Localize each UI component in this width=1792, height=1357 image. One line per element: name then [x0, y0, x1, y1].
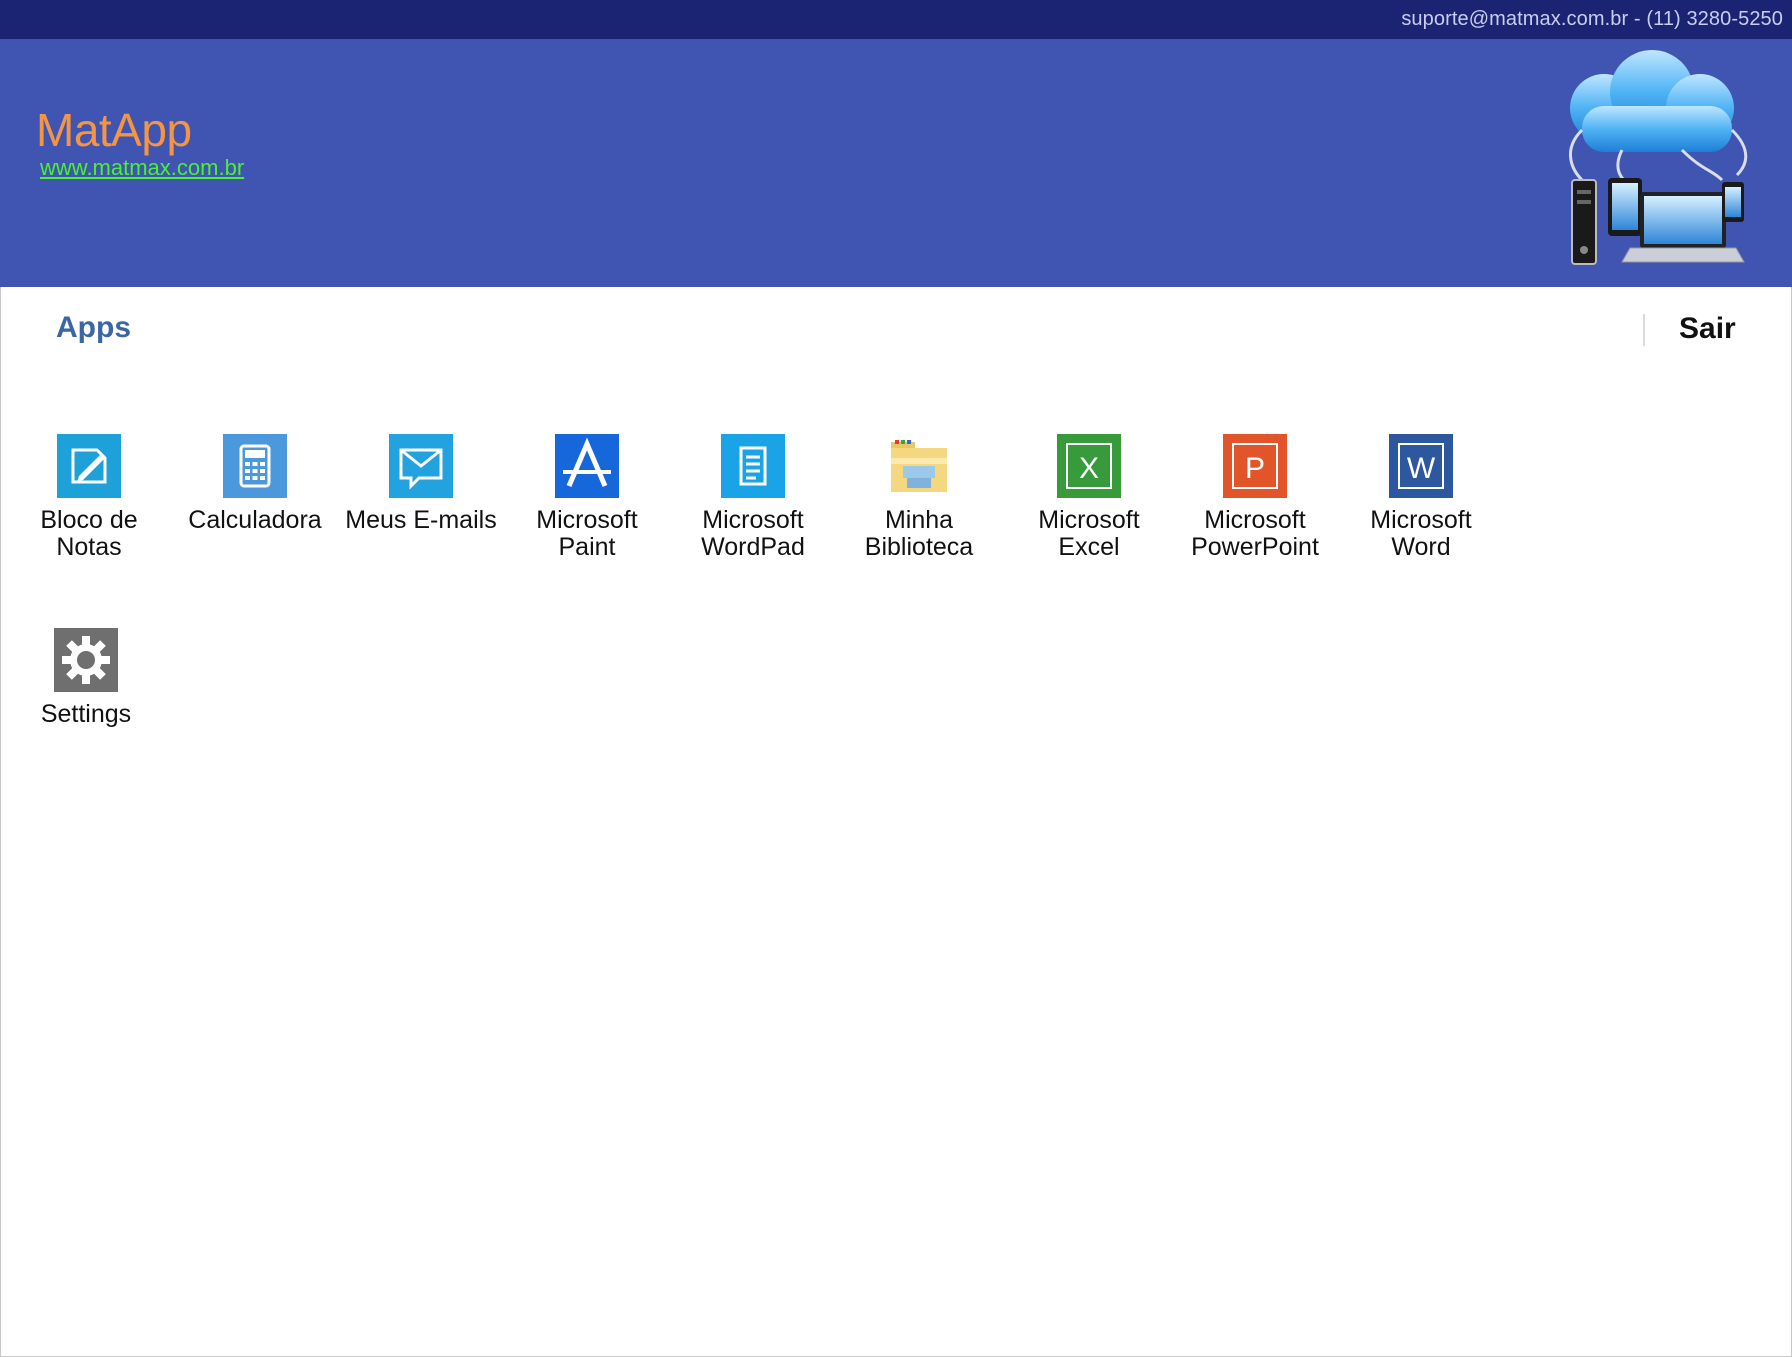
- wordpad-icon: [721, 434, 785, 498]
- logout-button[interactable]: Sair: [1679, 312, 1736, 346]
- gear-icon: [54, 628, 118, 692]
- app-library[interactable]: Minha Biblioteca: [836, 434, 1002, 561]
- app-label: Microsoft Paint: [536, 506, 638, 561]
- cloud-icon: [1570, 50, 1734, 152]
- app-label: Calculadora: [188, 506, 322, 534]
- cloud-devices-logo: [1568, 50, 1748, 265]
- app-powerpoint[interactable]: P Microsoft PowerPoint: [1172, 434, 1338, 561]
- app-calculator[interactable]: Calculadora: [172, 434, 338, 534]
- app-notepad[interactable]: Bloco de Notas: [6, 434, 172, 561]
- app-word[interactable]: W Microsoft Word: [1338, 434, 1504, 561]
- app-excel[interactable]: X Microsoft Excel: [1006, 434, 1172, 561]
- svg-text:W: W: [1407, 452, 1436, 485]
- powerpoint-icon: P: [1223, 434, 1287, 498]
- app-label: Meus E-mails: [345, 506, 497, 534]
- app-settings[interactable]: Settings: [3, 628, 169, 728]
- svg-text:P: P: [1245, 452, 1265, 485]
- paint-icon: [555, 434, 619, 498]
- phone-icon: [1722, 182, 1744, 222]
- app-label: Minha Biblioteca: [864, 506, 974, 561]
- tablet-icon: [1608, 178, 1642, 236]
- app-wordpad[interactable]: Microsoft WordPad: [670, 434, 836, 561]
- folder-icon: [891, 440, 947, 492]
- nav-divider: [1643, 314, 1645, 346]
- header-banner: MatApp www.matmax.com.br: [0, 39, 1792, 287]
- app-label: Microsoft Word: [1370, 506, 1472, 561]
- app-label: Microsoft WordPad: [701, 506, 805, 561]
- apps-heading: Apps: [56, 311, 131, 344]
- app-label: Bloco de Notas: [40, 506, 138, 561]
- support-contact: suporte@matmax.com.br - (11) 3280-5250: [1401, 8, 1783, 30]
- notepad-icon: [57, 434, 121, 498]
- website-link[interactable]: www.matmax.com.br: [40, 155, 244, 181]
- server-icon: [1571, 179, 1597, 265]
- app-label: Microsoft PowerPoint: [1191, 506, 1319, 561]
- top-bar: suporte@matmax.com.br - (11) 3280-5250: [0, 0, 1792, 40]
- app-mail[interactable]: Meus E-mails: [338, 434, 504, 534]
- app-title: MatApp: [36, 104, 192, 156]
- app-paint[interactable]: Microsoft Paint: [504, 434, 670, 561]
- app-label: Microsoft Excel: [1038, 506, 1140, 561]
- svg-text:X: X: [1079, 452, 1099, 485]
- calculator-icon: [223, 434, 287, 498]
- mail-icon: [389, 434, 453, 498]
- word-icon: W: [1389, 434, 1453, 498]
- app-label: Settings: [40, 700, 132, 728]
- excel-icon: X: [1057, 434, 1121, 498]
